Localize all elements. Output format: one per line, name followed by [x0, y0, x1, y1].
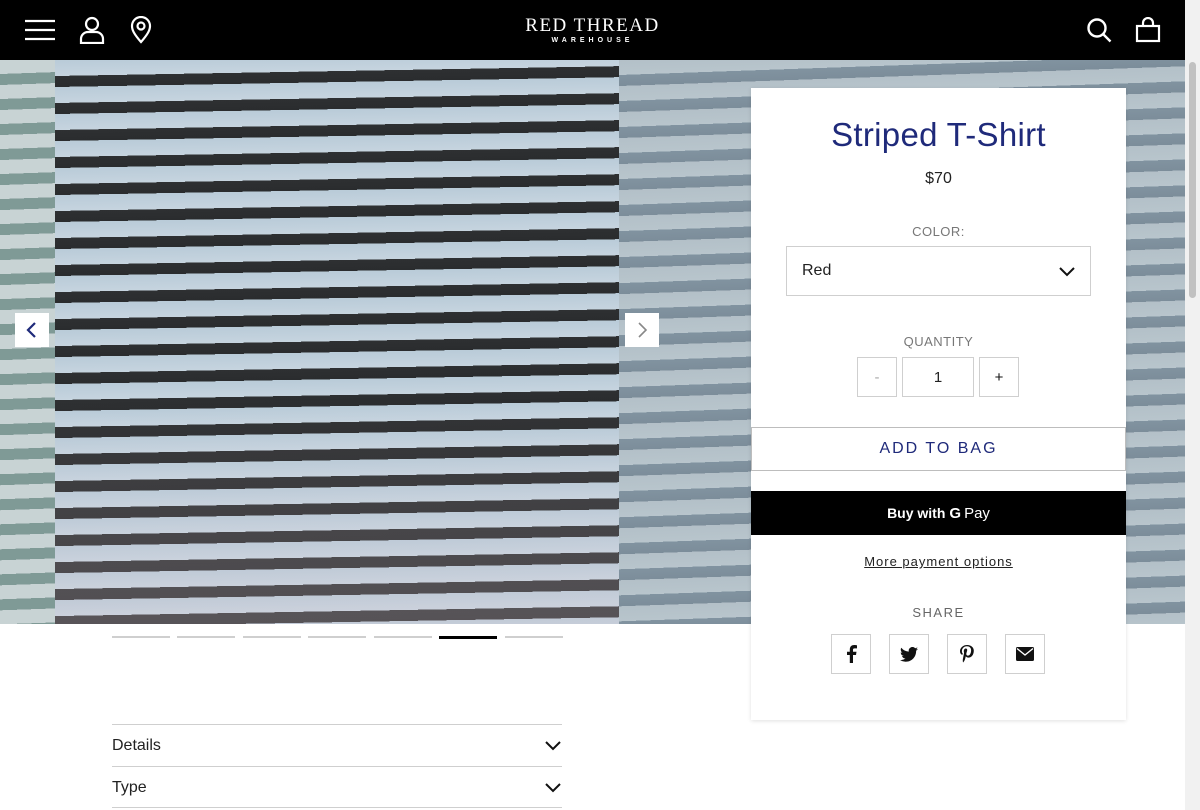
chevron-left-icon	[26, 322, 36, 338]
gpay-pay-text: Pay	[964, 504, 990, 522]
more-payment-options-link[interactable]: More payment options	[751, 554, 1126, 569]
cart-icon[interactable]	[1132, 14, 1164, 46]
share-label: SHARE	[912, 605, 965, 620]
quantity-decrease-button[interactable]: -	[857, 357, 897, 397]
gallery-dot-4[interactable]	[308, 636, 366, 638]
quantity-increase-button[interactable]: +	[979, 357, 1019, 397]
share-facebook-button[interactable]	[831, 634, 871, 674]
gallery-pagination	[112, 636, 563, 640]
product-form-card: Striped T-Shirt $70 COLOR: Red QUANTITY …	[751, 88, 1126, 720]
twitter-icon	[900, 646, 918, 662]
chevron-down-icon	[544, 738, 562, 756]
facebook-icon	[847, 645, 857, 663]
accordion-details-label: Details	[112, 737, 161, 754]
site-header: RED THREAD WAREHOUSE	[0, 0, 1200, 60]
gallery-dot-3[interactable]	[243, 636, 301, 638]
share-pinterest-button[interactable]	[947, 634, 987, 674]
share-twitter-button[interactable]	[889, 634, 929, 674]
gallery-next-button[interactable]	[625, 313, 659, 347]
page-scrollbar[interactable]	[1185, 0, 1200, 810]
search-icon[interactable]	[1083, 14, 1115, 46]
pinterest-icon	[960, 645, 974, 663]
google-g-icon: G	[949, 504, 962, 522]
gpay-buy-text: Buy with	[887, 505, 946, 521]
accordion-type[interactable]: Type	[112, 766, 562, 808]
color-label: COLOR:	[912, 224, 965, 239]
scrollbar-thumb[interactable]	[1189, 62, 1196, 298]
quantity-label: QUANTITY	[903, 334, 974, 349]
color-select[interactable]: Red	[786, 246, 1091, 296]
brand-logo[interactable]: RED THREAD WAREHOUSE	[0, 16, 1185, 45]
google-pay-button[interactable]: Buy with G Pay	[751, 491, 1126, 535]
brand-subname: WAREHOUSE	[551, 37, 634, 44]
color-select-value: Red	[802, 262, 832, 279]
accordion-type-label: Type	[112, 779, 147, 796]
gallery-dot-2[interactable]	[177, 636, 235, 638]
chevron-down-icon	[1058, 264, 1076, 282]
product-title: Striped T-Shirt	[831, 116, 1046, 153]
gallery-slide-current	[55, 60, 619, 624]
gallery-dot-5[interactable]	[374, 636, 432, 638]
product-price: $70	[925, 170, 952, 187]
gallery-dot-7[interactable]	[505, 636, 563, 638]
email-icon	[1016, 647, 1034, 661]
chevron-right-icon	[638, 322, 648, 338]
quantity-input[interactable]: 1	[902, 357, 974, 397]
accordion-details[interactable]: Details	[112, 724, 562, 766]
chevron-down-icon	[544, 780, 562, 798]
gallery-prev-button[interactable]	[15, 313, 49, 347]
share-email-button[interactable]	[1005, 634, 1045, 674]
brand-name: RED THREAD	[525, 15, 660, 36]
gallery-dot-1[interactable]	[112, 636, 170, 638]
add-to-bag-button[interactable]: ADD TO BAG	[751, 427, 1126, 471]
gallery-dot-6[interactable]	[439, 636, 497, 639]
